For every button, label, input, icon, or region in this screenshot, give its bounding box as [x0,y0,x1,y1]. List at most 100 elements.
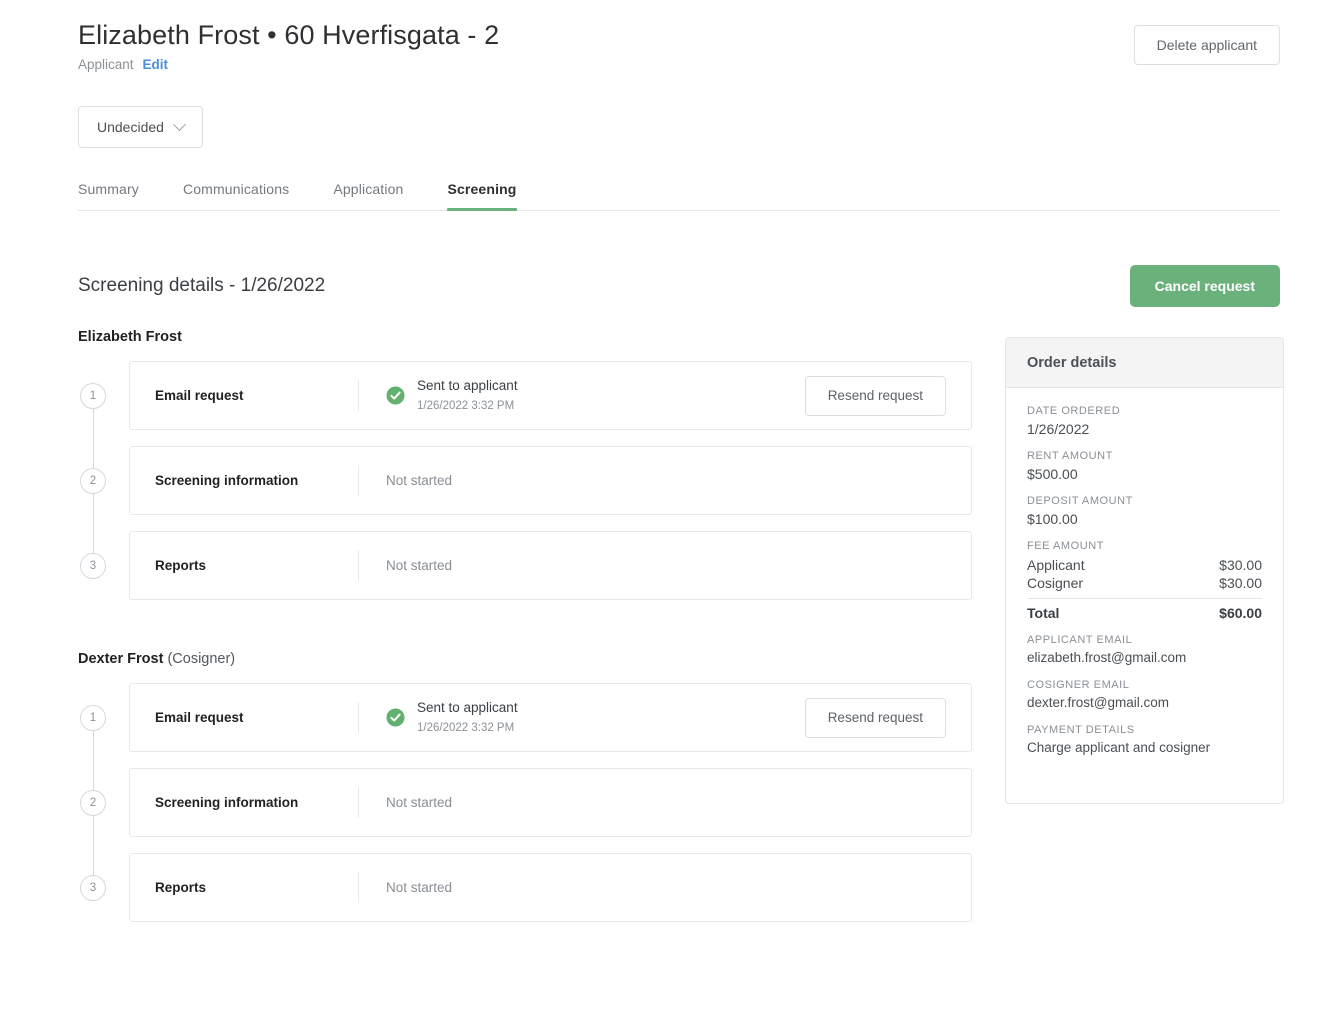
resend-request-button[interactable]: Resend request [804,375,946,416]
steps-column: Elizabeth Frost 1 Email request Sent to … [78,329,972,922]
step-action: Resend request [804,375,971,416]
field-label: DATE ORDERED [1027,405,1121,417]
tab-communications[interactable]: Communications [183,181,289,210]
step-row: 3 Reports Not started [78,515,972,600]
field-label: RENT AMOUNT [1027,450,1113,462]
step-marker: 1 [78,683,129,768]
tab-application[interactable]: Application [333,181,403,210]
order-details-body: DATE ORDERED 1/26/2022 RENT AMOUNT $500.… [1006,388,1283,803]
header-left: Elizabeth Frost • 60 Hverfisgata - 2 App… [78,18,499,72]
status-text: Sent to applicant 1/26/2022 3:32 PM [417,698,518,736]
status-text: Not started [386,878,452,898]
check-circle-icon [386,386,405,405]
step-card-screening-information: Screening information Not started [129,768,972,837]
step-label: Email request [155,710,244,725]
tab-screening[interactable]: Screening [447,181,517,211]
field-cosigner-email: COSIGNER EMAIL dexter.frost@gmail.com [1027,679,1262,710]
step-number-badge: 3 [80,552,106,579]
step-status: Sent to applicant 1/26/2022 3:32 PM [359,376,805,414]
step-marker: 2 [78,430,129,531]
person-role-text: (Cosigner) [167,651,236,667]
content-area: Elizabeth Frost 1 Email request Sent to … [78,329,1284,922]
order-details-heading: Order details [1006,338,1283,388]
step-status: Sent to applicant 1/26/2022 3:32 PM [359,698,805,736]
status-timestamp: 1/26/2022 3:32 PM [417,721,515,734]
status-text: Sent to applicant 1/26/2022 3:32 PM [417,376,518,414]
field-value: elizabeth.frost@gmail.com [1027,650,1187,665]
step-row: 3 Reports Not started [78,837,972,922]
status-text: Not started [386,793,452,813]
field-value: $500.00 [1027,466,1078,482]
edit-link[interactable]: Edit [143,57,169,72]
order-details-column: Order details DATE ORDERED 1/26/2022 REN… [1005,337,1284,804]
step-card-reports: Reports Not started [129,853,972,922]
field-deposit-amount: DEPOSIT AMOUNT $100.00 [1027,495,1262,527]
status-dropdown[interactable]: Undecided [78,106,203,148]
step-label: Reports [155,880,207,895]
step-number-badge: 1 [80,704,106,731]
step-label: Screening information [155,795,299,810]
field-payment-details: PAYMENT DETAILS Charge applicant and cos… [1027,724,1262,755]
status-timestamp: 1/26/2022 3:32 PM [417,399,515,412]
field-label: FEE AMOUNT [1027,540,1105,552]
fee-row-cosigner: Cosigner $30.00 [1027,574,1262,592]
cancel-request-button[interactable]: Cancel request [1129,265,1280,307]
person-block-cosigner: Dexter Frost (Cosigner) 1 Email request [78,651,972,922]
step-marker: 2 [78,752,129,853]
tab-bar: Summary Communications Application Scree… [78,181,1280,211]
step-row: 2 Screening information Not started [78,430,972,531]
person-name-text: Dexter Frost [78,651,164,667]
total-divider [1027,598,1262,599]
step-number-badge: 2 [80,789,106,816]
step-number-badge: 2 [80,467,106,494]
step-number-badge: 3 [80,874,106,901]
status-main-text: Sent to applicant [417,378,518,394]
field-value: Charge applicant and cosigner [1027,740,1211,755]
fee-row-total: Total $60.00 [1027,604,1262,623]
status-main-text: Not started [386,472,453,488]
section-header: Screening details - 1/26/2022 Cancel req… [78,265,1280,307]
step-list-applicant: 1 Email request Sent to applicant 1/26/2… [78,361,972,600]
step-marker: 3 [78,515,129,600]
field-applicant-email: APPLICANT EMAIL elizabeth.frost@gmail.co… [1027,634,1262,665]
person-name-applicant: Elizabeth Frost [78,329,972,345]
step-marker: 3 [78,837,129,922]
delete-applicant-button[interactable]: Delete applicant [1133,25,1280,65]
status-main-text: Not started [386,879,453,895]
step-status: Not started [359,471,971,491]
field-label: APPLICANT EMAIL [1027,634,1133,646]
order-details-card: Order details DATE ORDERED 1/26/2022 REN… [1005,337,1284,804]
field-fee-amount: FEE AMOUNT Applicant $30.00 Cosigner $30… [1027,540,1262,623]
total-value: $60.00 [1219,605,1262,621]
field-value: 1/26/2022 [1027,421,1090,437]
step-label: Reports [155,558,207,573]
field-value: dexter.frost@gmail.com [1027,695,1170,710]
step-row: 1 Email request Sent to applicant 1/26/2… [78,683,972,768]
fee-amount: $30.00 [1219,575,1262,591]
total-label: Total [1027,605,1060,621]
fee-name: Applicant [1027,557,1085,573]
check-circle-icon [386,708,405,727]
step-list-cosigner: 1 Email request Sent to applicant 1/26/2… [78,683,972,922]
chevron-down-icon [173,117,186,131]
step-number-badge: 1 [80,382,106,409]
step-status: Not started [359,556,971,576]
fee-name: Cosigner [1027,575,1084,591]
resend-request-button[interactable]: Resend request [804,697,946,738]
step-label: Email request [155,388,244,403]
page-header: Elizabeth Frost • 60 Hverfisgata - 2 App… [78,0,1280,72]
step-action: Resend request [804,697,971,738]
step-label: Screening information [155,473,299,488]
status-dropdown-label: Undecided [97,119,164,135]
screening-details-page: Elizabeth Frost • 60 Hverfisgata - 2 App… [0,0,1336,1036]
status-text: Not started [386,556,452,576]
screening-details-title: Screening details - 1/26/2022 [78,275,326,296]
person-block-applicant: Elizabeth Frost 1 Email request Sent to … [78,329,972,600]
step-card-email-request: Email request Sent to applicant 1/26/202… [129,361,972,430]
fee-amount: $30.00 [1219,557,1262,573]
field-value: $100.00 [1027,511,1078,527]
field-label: DEPOSIT AMOUNT [1027,495,1133,507]
person-name-text: Elizabeth Frost [78,329,182,345]
tab-summary[interactable]: Summary [78,181,139,210]
field-label: PAYMENT DETAILS [1027,724,1135,736]
